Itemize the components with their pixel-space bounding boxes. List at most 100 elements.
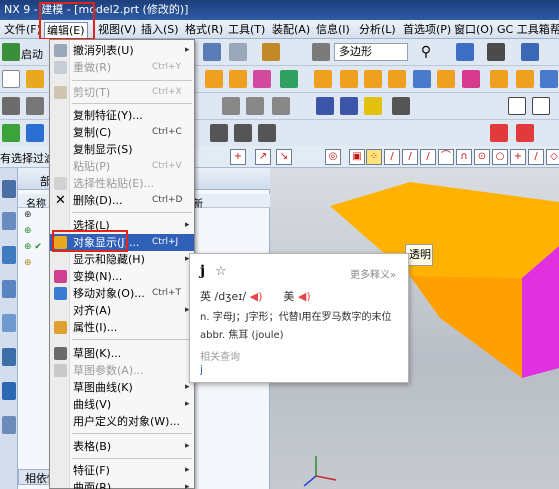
grid-icon[interactable] bbox=[26, 97, 44, 115]
assembly-navigator-tab-icon[interactable] bbox=[2, 212, 16, 230]
cut-icon[interactable] bbox=[262, 43, 280, 61]
snap-grid-icon[interactable] bbox=[234, 124, 252, 142]
measure-icon[interactable] bbox=[316, 97, 334, 115]
menu-preferences[interactable]: 首选项(P) bbox=[401, 22, 453, 37]
snap-quadrant-icon[interactable]: ○ bbox=[492, 149, 508, 165]
menu-item-sketch[interactable]: 草图(K)... bbox=[50, 345, 194, 362]
unite-icon[interactable] bbox=[413, 70, 431, 88]
angle-icon[interactable] bbox=[340, 97, 358, 115]
menu-help[interactable]: 帮 bbox=[548, 22, 559, 37]
view-tool-icon[interactable]: ◎ bbox=[325, 149, 341, 165]
menu-file[interactable]: 文件(F) bbox=[2, 22, 43, 37]
speaker-icon[interactable]: ◀) bbox=[298, 290, 311, 303]
snap-curve-end-icon[interactable]: ↗ bbox=[255, 149, 271, 165]
spline-icon[interactable] bbox=[532, 97, 550, 115]
menu-item-object-display[interactable]: 对象显示(J)... Ctrl+J bbox=[50, 234, 194, 251]
column-name[interactable]: 名称 bbox=[26, 195, 46, 210]
snap-sel-icon[interactable]: ▣ bbox=[349, 149, 365, 165]
tree-node-folder[interactable]: ⊕ bbox=[24, 258, 44, 272]
snap-center-icon[interactable]: ⊙ bbox=[474, 149, 490, 165]
menu-assembly[interactable]: 装配(A) bbox=[270, 22, 312, 37]
cone-icon[interactable] bbox=[364, 70, 382, 88]
snap-arrow-icon[interactable]: ↘ bbox=[276, 149, 292, 165]
redo-icon[interactable] bbox=[229, 43, 247, 61]
relations-icon[interactable] bbox=[516, 124, 534, 142]
menu-item-show-hide[interactable]: 显示和隐藏(H) ▸ bbox=[50, 251, 194, 268]
start-label[interactable]: 启动 bbox=[21, 46, 43, 62]
menu-item-move-object[interactable]: 移动对象(O)... Ctrl+T bbox=[50, 285, 194, 302]
menu-tools[interactable]: 工具(T) bbox=[226, 22, 267, 37]
menu-format[interactable]: 格式(R) bbox=[183, 22, 225, 37]
menu-item-user-defined[interactable]: 用户定义的对象(W)... bbox=[50, 413, 194, 430]
reuse-library-tab-icon[interactable] bbox=[2, 280, 16, 298]
menu-info[interactable]: 信息(I) bbox=[314, 22, 352, 37]
intersect-icon[interactable] bbox=[462, 70, 480, 88]
snap-control-icon[interactable]: / bbox=[420, 149, 436, 165]
menu-item-select[interactable]: 选择(L) ▸ bbox=[50, 217, 194, 234]
line-icon[interactable] bbox=[222, 97, 240, 115]
sphere-icon[interactable] bbox=[388, 70, 406, 88]
snap-onpoint-icon[interactable]: / bbox=[528, 149, 544, 165]
menu-item-align[interactable]: 对齐(A) ▸ bbox=[50, 302, 194, 319]
selection-filter-label[interactable]: 有选择过滤 bbox=[0, 150, 55, 166]
shape-combo[interactable]: 多边形 bbox=[334, 43, 408, 61]
constraint-icon[interactable] bbox=[490, 124, 508, 142]
menu-analysis[interactable]: 分析(L) bbox=[357, 22, 398, 37]
start-icon[interactable] bbox=[2, 43, 20, 61]
triangle-icon[interactable] bbox=[508, 97, 526, 115]
favorite-star-icon[interactable]: ☆ bbox=[215, 264, 227, 279]
revolve-icon[interactable] bbox=[229, 70, 247, 88]
hole-icon[interactable] bbox=[253, 70, 271, 88]
snap-endpoint-icon[interactable]: / bbox=[384, 149, 400, 165]
sketch-toolbar-icon[interactable] bbox=[26, 70, 44, 88]
snap-curve-icon[interactable] bbox=[258, 124, 276, 142]
accept-check-icon[interactable] bbox=[2, 124, 20, 142]
snap-intersection-icon[interactable]: ⌒ bbox=[438, 149, 454, 165]
menu-item-surface[interactable]: 曲面(R) ▸ bbox=[50, 479, 194, 489]
menu-item-copy-feature[interactable]: 复制特征(Y)... bbox=[50, 107, 194, 124]
menu-item-cut[interactable]: 剪切(T) Ctrl+X bbox=[50, 84, 194, 101]
constraint-navigator-tab-icon[interactable] bbox=[2, 246, 16, 264]
snap-plus-icon[interactable]: + bbox=[230, 149, 246, 165]
snap-point-icon[interactable] bbox=[210, 124, 228, 142]
extrude-icon[interactable] bbox=[205, 70, 223, 88]
snap-midpoint-icon[interactable]: / bbox=[402, 149, 418, 165]
related-query-link[interactable]: j bbox=[200, 363, 203, 376]
subtract-icon[interactable] bbox=[437, 70, 455, 88]
snap-enable-icon[interactable]: ⁘ bbox=[366, 149, 382, 165]
menu-item-sketch-curves[interactable]: 草图曲线(K) ▸ bbox=[50, 379, 194, 396]
menu-gc-toolbox[interactable]: GC 工具箱 bbox=[495, 22, 552, 37]
menu-window[interactable]: 窗口(O) bbox=[452, 22, 495, 37]
check-icon[interactable] bbox=[392, 97, 410, 115]
snap-icon[interactable] bbox=[312, 43, 330, 61]
snap-arc-center-icon[interactable]: ∩ bbox=[456, 149, 472, 165]
layer-icon[interactable] bbox=[487, 43, 505, 61]
menu-item-feature[interactable]: 特征(F) ▸ bbox=[50, 462, 194, 479]
tree-node-history[interactable]: ⊕ bbox=[24, 210, 44, 224]
undo-icon[interactable] bbox=[203, 43, 221, 61]
system-materials-tab-icon[interactable] bbox=[2, 382, 16, 400]
menu-item-undo-list[interactable]: 撤消列表(U) ▸ bbox=[50, 42, 194, 59]
arc-icon[interactable] bbox=[246, 97, 264, 115]
menu-edit[interactable]: 编辑(E) bbox=[44, 22, 88, 39]
menu-item-delete[interactable]: ✕ 删除(D)... Ctrl+D bbox=[50, 192, 194, 209]
menu-item-transform[interactable]: 变换(N)... bbox=[50, 268, 194, 285]
text-style-icon[interactable] bbox=[272, 97, 290, 115]
menu-item-paste[interactable]: 粘贴(P) Ctrl+V bbox=[50, 158, 194, 175]
more-definitions-link[interactable]: 更多释义» bbox=[350, 266, 396, 281]
web-browser-tab-icon[interactable] bbox=[2, 314, 16, 332]
split-body-icon[interactable] bbox=[516, 70, 534, 88]
cylinder-icon[interactable] bbox=[340, 70, 358, 88]
tree-node-cameras[interactable]: ⊕ ✔ bbox=[24, 242, 44, 256]
view-orient-icon[interactable] bbox=[456, 43, 474, 61]
search-icon[interactable]: ⚲ bbox=[416, 43, 436, 61]
sync-icon[interactable] bbox=[26, 124, 44, 142]
menu-item-curves[interactable]: 曲线(V) ▸ bbox=[50, 396, 194, 413]
menu-insert[interactable]: 插入(S) bbox=[139, 22, 181, 37]
mirror-icon[interactable] bbox=[540, 70, 558, 88]
history-tab-icon[interactable] bbox=[2, 348, 16, 366]
tree-node-model-views[interactable]: ⊕ bbox=[24, 226, 44, 240]
mass-icon[interactable] bbox=[364, 97, 382, 115]
roles-tab-icon[interactable] bbox=[2, 416, 16, 434]
snap-oncurve-icon[interactable]: ◇ bbox=[546, 149, 559, 165]
